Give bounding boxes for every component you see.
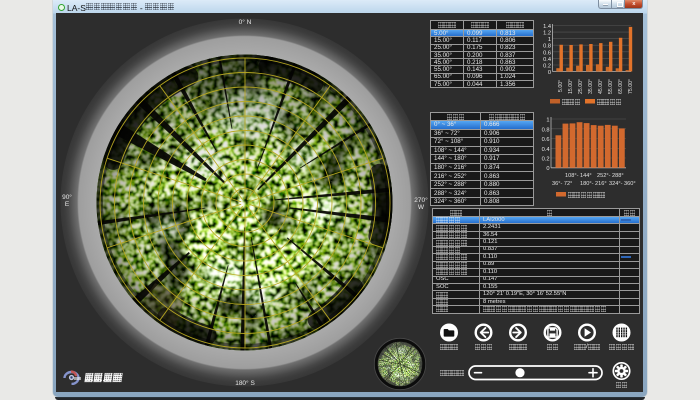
svg-text:0.4: 0.4 xyxy=(543,57,551,63)
svg-text:5.00°: 5.00° xyxy=(558,80,564,92)
svg-text:55.00°: 55.00° xyxy=(608,79,614,94)
svg-text:108°- 144°: 108°- 144° xyxy=(565,173,592,179)
svg-text:15.00°: 15.00° xyxy=(568,79,574,94)
svg-text:0.2: 0.2 xyxy=(542,157,550,163)
svg-text:75.00°: 75.00° xyxy=(628,79,634,94)
svg-text:35.00°: 35.00° xyxy=(588,79,594,94)
svg-text:0: 0 xyxy=(546,166,549,172)
svg-text:0.8: 0.8 xyxy=(543,44,551,50)
svg-text:0.6: 0.6 xyxy=(543,50,551,56)
svg-text:36°- 72°: 36°- 72° xyxy=(552,181,572,187)
svg-text:180°- 216°: 180°- 216° xyxy=(580,181,607,187)
svg-text:0.4: 0.4 xyxy=(542,147,550,153)
svg-text:25.00°: 25.00° xyxy=(578,79,584,94)
svg-text:0.2: 0.2 xyxy=(543,64,551,70)
svg-text:0.8: 0.8 xyxy=(542,127,550,133)
svg-text:1: 1 xyxy=(548,37,551,43)
svg-text:0: 0 xyxy=(548,70,551,76)
svg-text:252°- 288°: 252°- 288° xyxy=(597,173,624,179)
svg-text:65.00°: 65.00° xyxy=(618,79,624,94)
svg-text:1.2: 1.2 xyxy=(543,31,551,37)
svg-text:1: 1 xyxy=(546,118,549,124)
svg-text:1.4: 1.4 xyxy=(543,24,551,30)
svg-text:324°- 360°: 324°- 360° xyxy=(609,181,636,187)
svg-text:0.6: 0.6 xyxy=(542,137,550,143)
svg-text:45.00°: 45.00° xyxy=(598,79,604,94)
